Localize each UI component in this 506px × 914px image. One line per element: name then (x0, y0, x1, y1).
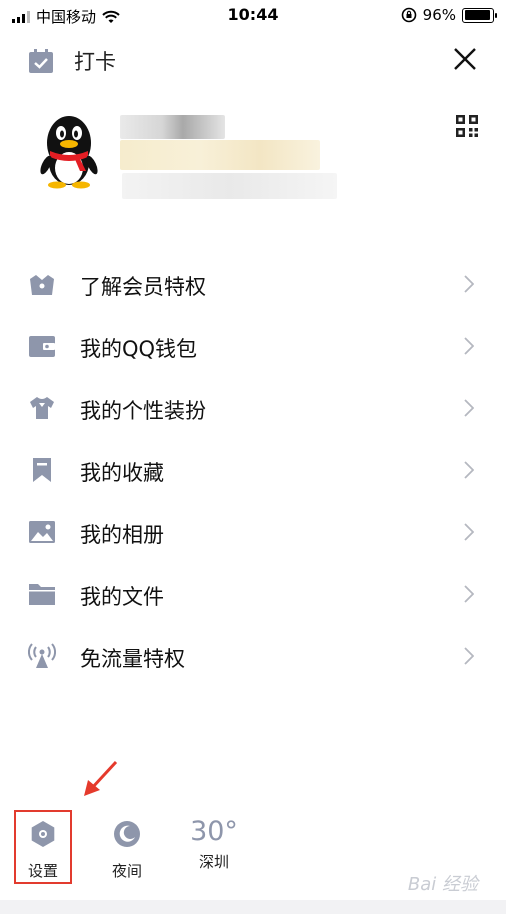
drawer-menu: 了解会员特权 我的QQ钱包 我的个性装扮 我的收藏 我的相册 我的文件 免流量特… (0, 253, 506, 687)
menu-label: 我的QQ钱包 (80, 337, 198, 361)
chevron-right-icon (464, 399, 474, 417)
chevron-right-icon (464, 523, 474, 541)
folder-icon (29, 584, 55, 605)
menu-item-album[interactable]: 我的相册 (0, 501, 506, 563)
night-mode-button[interactable]: 夜间 (97, 820, 157, 881)
chevron-right-icon (464, 275, 474, 293)
annotation-arrow (84, 760, 118, 796)
chevron-right-icon (464, 585, 474, 603)
photo-album-icon (29, 521, 55, 543)
weather-widget[interactable]: 30° 深圳 (184, 816, 244, 872)
moon-icon (114, 821, 140, 847)
battery-fill (464, 10, 491, 20)
avatar[interactable] (38, 113, 100, 189)
wallet-icon (29, 336, 55, 357)
menu-item-free-data[interactable]: 免流量特权 (0, 625, 506, 687)
status-right: 96% (401, 6, 497, 24)
weather-city: 深圳 (198, 853, 229, 871)
weather-temperature: 30° (190, 816, 238, 847)
tshirt-icon (30, 397, 54, 419)
calendar-check-icon (29, 49, 53, 73)
status-bar: 中国移动 10:44 96% (0, 0, 506, 30)
menu-label: 我的收藏 (80, 461, 164, 485)
rotation-lock-icon (401, 7, 416, 23)
nickname-redacted (120, 115, 225, 139)
chevron-right-icon (464, 337, 474, 355)
night-label: 夜间 (111, 862, 142, 880)
menu-item-theme[interactable]: 我的个性装扮 (0, 377, 506, 439)
vip-crown-icon (30, 275, 54, 295)
checkin-button[interactable]: 打卡 (28, 46, 116, 76)
menu-label: 我的个性装扮 (80, 399, 206, 423)
menu-label: 了解会员特权 (80, 275, 206, 299)
menu-label: 免流量特权 (80, 647, 185, 671)
menu-label: 我的相册 (80, 523, 164, 547)
battery-icon (462, 7, 497, 23)
drawer-header: 打卡 (0, 30, 506, 86)
battery-percent: 96% (422, 6, 456, 24)
menu-label: 我的文件 (80, 585, 164, 609)
checkin-label: 打卡 (74, 50, 116, 74)
menu-item-favorites[interactable]: 我的收藏 (0, 439, 506, 501)
bookmark-icon (33, 458, 51, 482)
watermark: Bai 经验 (407, 874, 478, 895)
info-redacted (122, 173, 337, 199)
bottom-edge (0, 900, 506, 914)
signature-redacted (120, 140, 320, 170)
settings-highlight-box (14, 810, 72, 884)
qr-code-icon[interactable] (456, 115, 478, 137)
menu-item-wallet[interactable]: 我的QQ钱包 (0, 315, 506, 377)
signal-tower-icon (28, 643, 56, 668)
menu-item-vip[interactable]: 了解会员特权 (0, 253, 506, 315)
chevron-right-icon (464, 461, 474, 479)
chevron-right-icon (464, 647, 474, 665)
profile-card[interactable] (0, 95, 506, 210)
close-icon[interactable] (452, 46, 478, 72)
menu-item-files[interactable]: 我的文件 (0, 563, 506, 625)
